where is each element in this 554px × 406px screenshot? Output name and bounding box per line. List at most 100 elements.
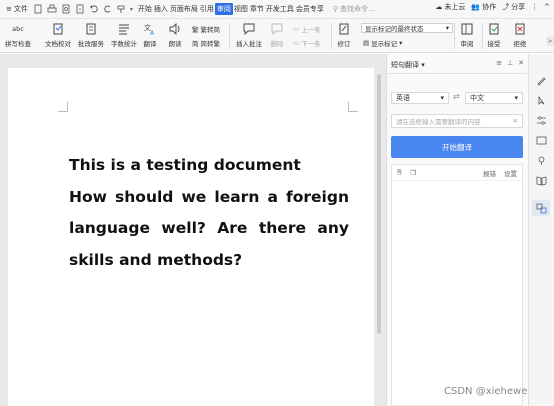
pen-icon[interactable] xyxy=(535,74,547,86)
insert-comment-label: 插入批注 xyxy=(236,40,262,48)
batch-button[interactable]: 批改服务 xyxy=(78,22,104,48)
format-painter-icon[interactable] xyxy=(117,4,127,14)
next-comment-button[interactable]: ▭ 下一条 xyxy=(293,38,321,48)
tab-insert[interactable]: 插入 xyxy=(153,3,169,15)
copy-icon[interactable]: ⎘ xyxy=(397,168,402,177)
share-label: 分享 xyxy=(511,3,526,11)
quick-access-more-icon[interactable]: ▾ xyxy=(130,6,133,13)
translation-result-area: ⎘ ❐ 报错 设置 xyxy=(391,164,523,406)
spellcheck-label: 拼写检查 xyxy=(5,40,31,48)
clear-icon[interactable]: ✕ xyxy=(513,117,518,125)
simp-label: 简转繁 xyxy=(200,40,221,48)
accept-label: 接受 xyxy=(487,40,501,48)
ribbon-divider xyxy=(229,23,230,49)
insert-comment-button[interactable]: 插入批注 xyxy=(236,22,262,48)
print-icon[interactable] xyxy=(47,4,57,14)
ribbon-scroll-right-icon[interactable]: > xyxy=(546,36,554,46)
share-button[interactable]: ⤴ 分享 xyxy=(502,2,525,12)
tab-reference[interactable]: 引用 xyxy=(199,3,215,15)
tab-view[interactable]: 视图 xyxy=(233,3,249,15)
scrollbar-thumb[interactable] xyxy=(377,74,381,334)
convert-icon: 繁 xyxy=(192,26,199,34)
tab-page-layout[interactable]: 页面布局 xyxy=(169,3,199,15)
menu-icon[interactable]: ≡ xyxy=(496,59,502,67)
hamburger-icon: ≡ xyxy=(6,5,12,13)
document-scrollbar[interactable] xyxy=(375,68,383,406)
dropdown-arrow-icon: ▾ xyxy=(445,24,449,32)
review-pane-button[interactable]: 审阅 xyxy=(460,22,474,48)
read-aloud-button[interactable]: 朗读 xyxy=(168,22,182,48)
settings-link[interactable]: 设置 xyxy=(504,168,517,178)
display-mode-select[interactable]: 显示标记的最终状态 ▾ xyxy=(361,23,453,33)
tab-developer[interactable]: 开发工具 xyxy=(265,3,295,15)
collab-button[interactable]: 👥 协作 xyxy=(471,2,496,12)
dropdown-arrow-icon: ▾ xyxy=(440,94,444,102)
feedback-link[interactable]: 报错 xyxy=(483,168,496,178)
delete-comment-button[interactable]: 删除 xyxy=(270,22,284,48)
reject-button[interactable]: 拒绝 xyxy=(513,22,527,48)
search-icon: ⚲ xyxy=(332,5,339,13)
tab-member[interactable]: 会员专享 xyxy=(295,3,325,15)
wordcount-label: 字数统计 xyxy=(111,40,137,48)
translate-input[interactable]: 请在选框输入需要翻译的内容 ✕ xyxy=(391,114,523,128)
translate-button[interactable]: 文A 翻译 xyxy=(143,22,157,48)
cloud-icon: ☁ xyxy=(435,3,443,11)
translate-input-placeholder: 请在选框输入需要翻译的内容 xyxy=(396,118,481,126)
review-pane-icon xyxy=(460,22,474,36)
trad-to-simp-button[interactable]: 繁繁转简 xyxy=(192,24,220,34)
compare-icon xyxy=(51,22,65,36)
svg-text:A: A xyxy=(150,30,155,36)
show-markup-button[interactable]: ▤ 显示标记 ▾ xyxy=(363,38,402,48)
tab-section[interactable]: 章节 xyxy=(249,3,265,15)
compare-button[interactable]: 文档校对 xyxy=(45,22,71,48)
file-menu[interactable]: ≡ 文件 xyxy=(3,2,31,17)
duplicate-icon[interactable]: ❐ xyxy=(410,169,416,177)
revise-button[interactable]: 修订 xyxy=(337,22,351,48)
markup-icon: ▤ xyxy=(363,39,370,47)
spellcheck-button[interactable]: abc 拼写检查 xyxy=(5,22,31,48)
accept-button[interactable]: 接受 xyxy=(487,22,501,48)
speaker-icon xyxy=(168,22,182,36)
preview-icon[interactable] xyxy=(61,4,71,14)
translate-pane-icon[interactable] xyxy=(532,200,550,216)
target-language-select[interactable]: 中文 ▾ xyxy=(465,92,523,104)
comment-delete-icon xyxy=(270,22,284,36)
tab-home[interactable]: 开始 xyxy=(137,3,153,15)
more-menu-icon[interactable]: ⋮ xyxy=(531,3,538,11)
export-icon[interactable] xyxy=(75,4,85,14)
next-comment-icon: ▭ xyxy=(293,39,300,47)
tab-review[interactable]: 审阅 xyxy=(214,3,233,15)
accept-icon xyxy=(487,22,501,36)
image-icon[interactable] xyxy=(535,134,547,146)
command-search[interactable]: ⚲ 查找命令... xyxy=(333,4,375,14)
collapse-ribbon-icon[interactable]: ^ xyxy=(544,3,550,11)
source-language-select[interactable]: 英语 ▾ xyxy=(391,92,449,104)
undo-icon[interactable] xyxy=(89,4,99,14)
ribbon-divider xyxy=(482,23,483,49)
new-doc-icon[interactable] xyxy=(33,4,43,14)
reject-icon xyxy=(513,22,527,36)
right-tool-sidebar xyxy=(528,54,554,406)
pin-icon[interactable]: ⊥ xyxy=(507,59,513,67)
review-ribbon: abc 拼写检查 文档校对 批改服务 字数统计 文A 翻译 朗读 繁繁转简 简简… xyxy=(0,19,554,53)
simp-to-trad-button[interactable]: 简简转繁 xyxy=(192,38,220,48)
adjust-icon[interactable] xyxy=(535,114,547,126)
start-translate-button[interactable]: 开始翻译 xyxy=(391,136,523,158)
cloud-status-button[interactable]: ☁ 未上云 xyxy=(435,2,465,12)
next-label: 下一条 xyxy=(301,40,321,48)
document-body[interactable]: This is a testing document How should we… xyxy=(69,150,349,276)
prev-comment-button[interactable]: ▭ 上一条 xyxy=(293,24,321,34)
wordcount-button[interactable]: 字数统计 xyxy=(111,22,137,48)
pane-title-dropdown[interactable]: 短句翻译 ▾ xyxy=(391,60,425,70)
close-icon[interactable]: ✕ xyxy=(518,59,524,67)
cursor-icon[interactable] xyxy=(535,94,547,106)
swap-language-icon[interactable]: ⇄ xyxy=(453,92,460,101)
location-icon[interactable] xyxy=(535,154,547,166)
book-icon[interactable] xyxy=(535,174,547,186)
redo-icon[interactable] xyxy=(103,4,113,14)
spellcheck-icon: abc xyxy=(12,25,24,33)
translate-label: 翻译 xyxy=(143,40,157,48)
ribbon-divider xyxy=(454,23,455,49)
show-markup-label: 显示标记 xyxy=(371,40,398,48)
file-label: 文件 xyxy=(13,5,28,13)
